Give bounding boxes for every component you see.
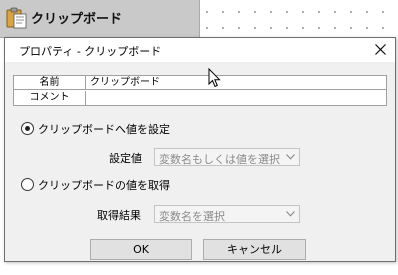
- get-clipboard-option[interactable]: クリップボードの値を取得: [21, 178, 191, 192]
- radio-selected-dot: [25, 126, 30, 131]
- property-grid: 名前 クリップボード コメント: [13, 75, 387, 106]
- set-value-label: 設定値: [109, 152, 142, 165]
- property-row-name: 名前 クリップボード: [14, 76, 386, 90]
- set-clipboard-radio[interactable]: [21, 122, 34, 135]
- set-value-placeholder: 変数名もしくは値を選択: [159, 153, 280, 166]
- set-value-select[interactable]: 変数名もしくは値を選択: [154, 148, 300, 166]
- clipboard-node[interactable]: クリップボード: [0, 0, 200, 38]
- mouse-pointer-icon: [208, 68, 221, 88]
- property-key: 名前: [14, 76, 86, 90]
- close-icon: [375, 44, 386, 55]
- node-label: クリップボード: [31, 12, 123, 27]
- properties-dialog: プロパティ - クリップボード 名前 クリップボード コメント クリップボードへ…: [4, 37, 396, 262]
- clipboard-icon: [5, 6, 29, 30]
- property-row-comment: コメント: [14, 91, 386, 105]
- set-clipboard-option[interactable]: クリップボードへ値を設定: [21, 122, 191, 136]
- dialog-title: プロパティ - クリップボード: [19, 45, 162, 58]
- get-clipboard-label: クリップボードの値を取得: [38, 179, 170, 192]
- get-clipboard-radio[interactable]: [21, 178, 34, 191]
- cancel-button[interactable]: キャンセル: [203, 239, 306, 260]
- ok-button[interactable]: OK: [90, 239, 192, 260]
- get-result-label: 取得結果: [97, 209, 141, 222]
- canvas-bottom-strip: [0, 262, 398, 275]
- chevron-down-icon: [286, 154, 295, 160]
- close-button[interactable]: [367, 38, 395, 62]
- dialog-title-bar[interactable]: プロパティ - クリップボード: [5, 38, 395, 62]
- get-result-select[interactable]: 変数名を選択: [154, 205, 300, 223]
- property-key: コメント: [14, 91, 86, 105]
- get-result-placeholder: 変数名を選択: [159, 210, 225, 223]
- property-value-name[interactable]: クリップボード: [90, 76, 160, 90]
- set-clipboard-label: クリップボードへ値を設定: [38, 123, 170, 136]
- chevron-down-icon: [286, 211, 295, 217]
